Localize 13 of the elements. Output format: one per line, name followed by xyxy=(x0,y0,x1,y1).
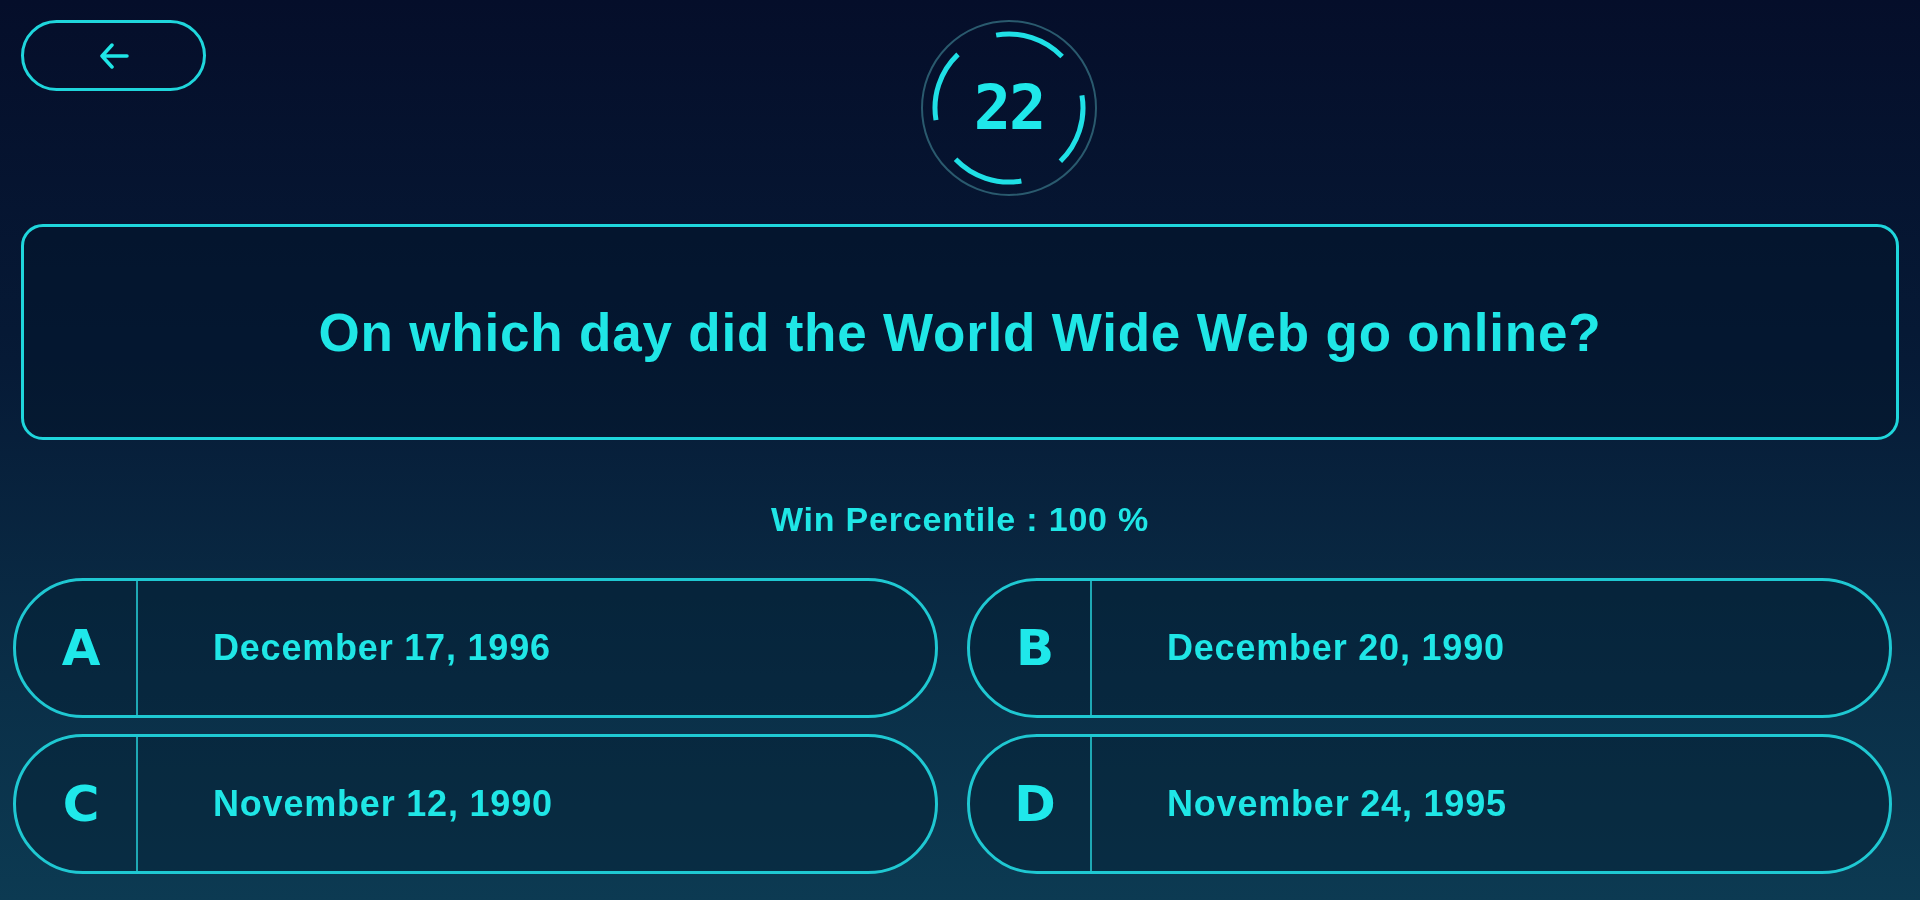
back-button[interactable] xyxy=(21,20,206,91)
timer-value: 22 xyxy=(973,77,1045,139)
answer-button[interactable]: B December 20, 1990 xyxy=(967,578,1892,718)
arrow-left-icon xyxy=(98,42,129,69)
answer-button[interactable]: D November 24, 1995 xyxy=(967,734,1892,874)
answer-button[interactable]: C November 12, 1990 xyxy=(13,734,938,874)
option-letter: A xyxy=(16,581,138,715)
question-text: On which day did the World Wide Web go online? xyxy=(318,301,1602,363)
option-letter: D xyxy=(970,737,1092,871)
option-letter: C xyxy=(16,737,138,871)
option-letter: B xyxy=(970,581,1092,715)
answer-button[interactable]: A December 17, 1996 xyxy=(13,578,938,718)
win-percentile-text: Win Percentile : 100 % xyxy=(770,499,1150,539)
